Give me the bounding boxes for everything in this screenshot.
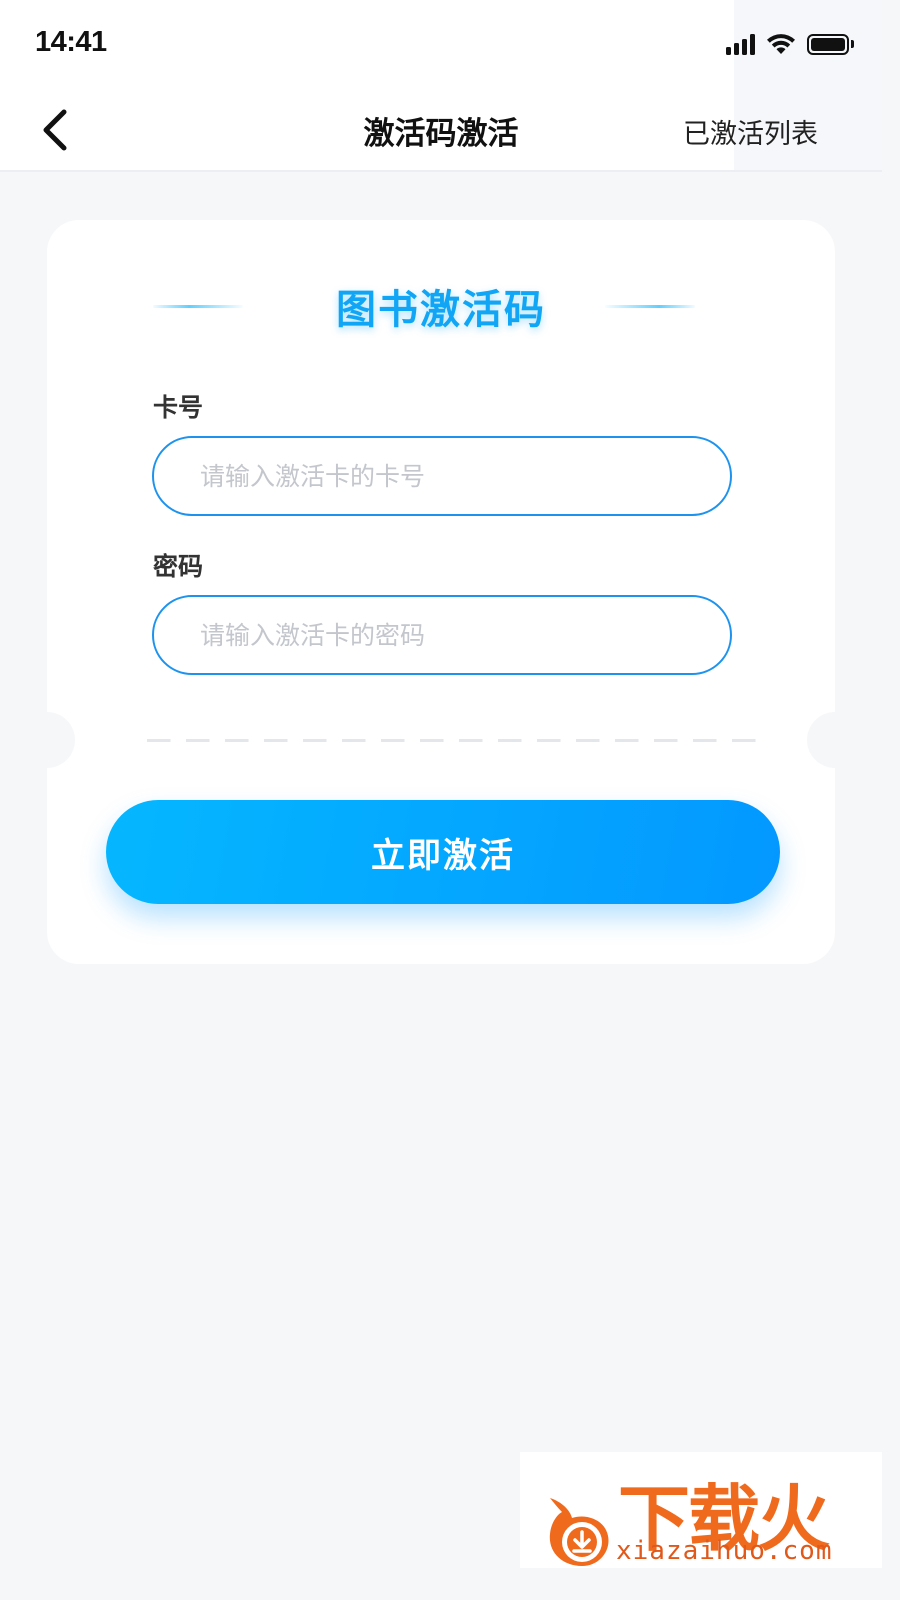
flame-logo-icon xyxy=(549,1498,609,1566)
title-decor-line-right xyxy=(605,305,695,308)
card-header: 图书激活码 xyxy=(47,280,835,333)
dashed-divider xyxy=(147,739,757,742)
activate-button[interactable]: 立即激活 xyxy=(106,800,780,904)
battery-icon xyxy=(807,33,854,55)
title-decor-line-left xyxy=(153,305,243,308)
top-bar: 14:41 激活码激活 已激活列表 xyxy=(0,0,882,172)
activation-card: 图书激活码 卡号 密码 立即激活 xyxy=(19,220,863,964)
wifi-icon xyxy=(767,34,795,54)
card-title: 图书激活码 xyxy=(336,287,546,333)
cellular-signal-icon xyxy=(726,33,755,55)
card-notch-left xyxy=(19,712,75,768)
card-number-input[interactable] xyxy=(152,436,732,516)
password-input[interactable] xyxy=(152,595,732,675)
activated-list-link[interactable]: 已激活列表 xyxy=(683,112,818,151)
status-icons xyxy=(726,32,854,56)
watermark-url: xiazaihuo.com xyxy=(616,1536,833,1566)
screen: 14:41 激活码激活 已激活列表 图书激活码 卡号 请输入激活卡的卡号 密码 … xyxy=(0,0,882,1568)
card-number-label: 卡号 xyxy=(153,393,204,422)
card-notch-right xyxy=(807,712,863,768)
watermark: 下载火 xiazaihuo.com xyxy=(520,1452,882,1568)
status-time: 14:41 xyxy=(35,26,107,58)
password-label: 密码 xyxy=(153,552,204,581)
